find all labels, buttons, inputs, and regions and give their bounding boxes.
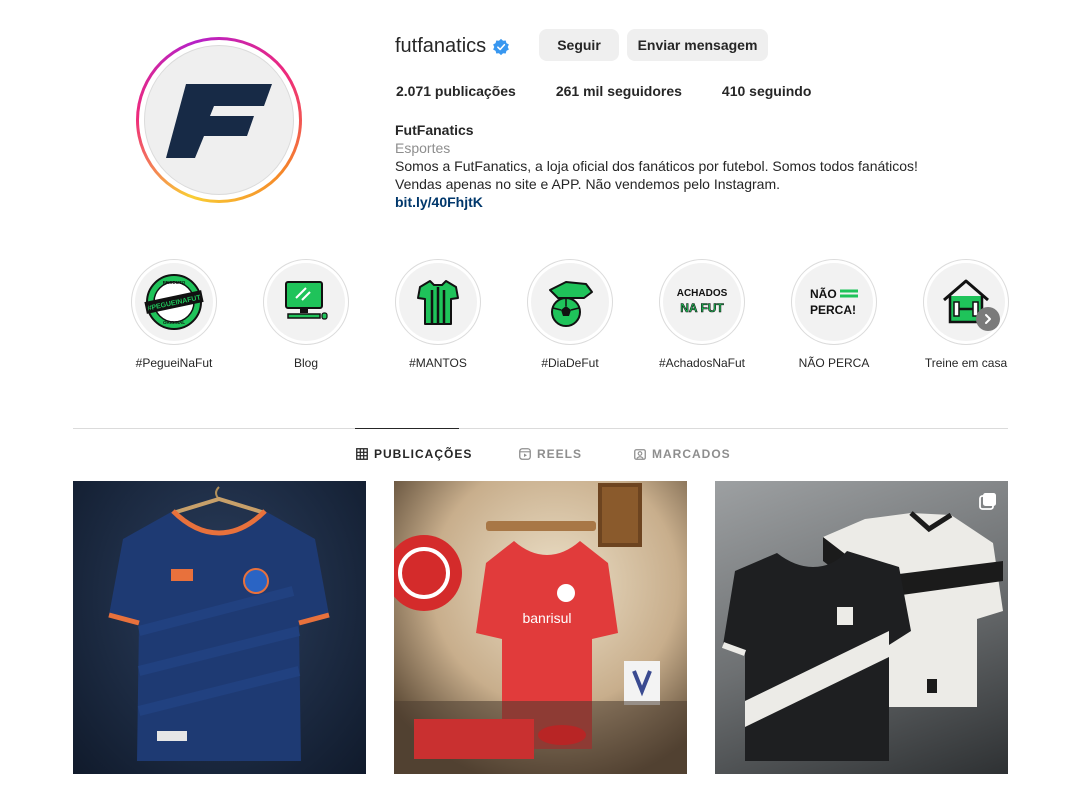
verified-badge-icon [493, 38, 510, 55]
highlight-label: #MANTOS [409, 356, 467, 370]
highlight-nao-perca[interactable]: NÃO PERCA! NÃO PERCA [768, 259, 900, 370]
highlight-ring: NÃO PERCA! [791, 259, 877, 345]
nao-perca-line1: NÃO [810, 286, 837, 301]
tagged-icon [634, 449, 646, 460]
peguei-badge-top-text: PRODUTO [163, 280, 186, 285]
highlight-dia-de-fut[interactable]: #DiaDeFut [504, 259, 636, 370]
highlight-cover [267, 263, 345, 341]
red-jersey-photo: banrisul [394, 481, 687, 774]
grid-icon [356, 448, 368, 460]
highlight-ring [395, 259, 481, 345]
tab-posts[interactable]: PUBLICAÇÕES [356, 447, 472, 461]
highlight-label: Treine em casa [924, 356, 1008, 370]
highlight-ring [923, 259, 1009, 345]
peguei-badge-bottom-text: ORIGINAL [163, 320, 185, 325]
achados-text-line1: ACHADOS [677, 288, 728, 299]
black-white-jerseys-photo [721, 511, 1003, 761]
cleat-ball-icon [549, 281, 593, 327]
nao-perca-text-icon: NÃO PERCA! [810, 286, 858, 317]
post-sponsor-text: banrisul [522, 610, 571, 626]
carousel-icon [979, 493, 996, 510]
bio-line-1: Somos a FutFanatics, a loja oficial dos … [395, 158, 918, 174]
profile-avatar[interactable] [136, 37, 302, 203]
highlight-treine-em-casa[interactable]: Treine em casa [900, 259, 1032, 370]
highlight-mantos[interactable]: #MANTOS [372, 259, 504, 370]
follow-button[interactable]: Seguir [539, 29, 619, 61]
tab-posts-label: PUBLICAÇÕES [374, 447, 473, 461]
achados-na-fut-text-icon: ACHADOS NA FUT [677, 288, 728, 315]
active-tab-indicator [355, 428, 459, 429]
highlight-label: #DiaDeFut [541, 356, 599, 370]
profile-bio: FutFanatics Esportes Somos a FutFanatics… [395, 121, 955, 211]
tab-tagged-label: MARCADOS [652, 447, 731, 461]
highlight-peguei-na-fut[interactable]: #PEGUEINAFUT PRODUTO ORIGINAL #PegueiNaF… [108, 259, 240, 370]
profile-category: Esportes [395, 140, 451, 156]
post-thumbnail[interactable] [715, 481, 1008, 774]
highlight-label: #PegueiNaFut [135, 356, 213, 370]
f-logo-icon [166, 84, 272, 158]
tab-reels-label: REELS [537, 447, 583, 461]
highlight-ring [263, 259, 349, 345]
highlight-ring: ACHADOS NA FUT [659, 259, 745, 345]
nao-perca-line2: PERCA! [810, 303, 856, 317]
tabs-divider [73, 428, 1008, 429]
post-thumbnail[interactable]: banrisul [394, 481, 687, 774]
highlight-cover: #PEGUEINAFUT PRODUTO ORIGINAL [135, 263, 213, 341]
highlight-cover: ACHADOS NA FUT [663, 263, 741, 341]
post-thumbnail[interactable] [73, 481, 366, 774]
send-message-button[interactable]: Enviar mensagem [627, 29, 768, 61]
tab-tagged[interactable]: MARCADOS [634, 447, 731, 461]
profile-full-name: FutFanatics [395, 122, 474, 138]
chevron-right-icon [985, 314, 991, 324]
profile-username: futfanatics [395, 35, 487, 57]
bio-line-2: Vendas apenas no site e APP. Não vendemo… [395, 176, 780, 192]
profile-stats: 2.071 publicações 261 mil seguidores 410… [396, 83, 851, 99]
highlight-label: NÃO PERCA [798, 356, 870, 370]
bio-link[interactable]: bit.ly/40FhjtK [395, 193, 955, 211]
reels-icon [519, 448, 531, 460]
highlight-cover [399, 263, 477, 341]
profile-username-row: futfanatics [395, 35, 510, 58]
highlight-cover: NÃO PERCA! [795, 263, 873, 341]
highlight-blog[interactable]: Blog [240, 259, 372, 370]
highlights-next-button[interactable] [976, 307, 1000, 331]
highlight-ring: #PEGUEINAFUT PRODUTO ORIGINAL [131, 259, 217, 345]
tab-reels[interactable]: REELS [519, 447, 582, 461]
avatar-inner [139, 40, 299, 200]
highlight-achados-na-fut[interactable]: ACHADOS NA FUT #AchadosNaFut [636, 259, 768, 370]
highlight-label: Blog [293, 356, 319, 370]
peguei-na-fut-badge-icon: #PEGUEINAFUT PRODUTO ORIGINAL [144, 274, 204, 330]
posts-count: 2.071 publicações [396, 83, 516, 99]
futfanatics-logo [144, 45, 294, 195]
blue-jersey-photo [108, 486, 330, 761]
followers-count[interactable]: 261 mil seguidores [556, 83, 682, 99]
highlight-cover [531, 263, 609, 341]
jersey-icon [417, 280, 459, 325]
profile-tabs: PUBLICAÇÕES REELS MARCADOS [0, 447, 1089, 463]
highlight-label: #AchadosNaFut [658, 356, 746, 370]
story-highlights: #PEGUEINAFUT PRODUTO ORIGINAL #PegueiNaF… [108, 259, 1032, 370]
achados-text-line2: NA FUT [680, 301, 724, 315]
computer-icon [285, 281, 328, 320]
following-count[interactable]: 410 seguindo [722, 83, 811, 99]
highlight-ring [527, 259, 613, 345]
